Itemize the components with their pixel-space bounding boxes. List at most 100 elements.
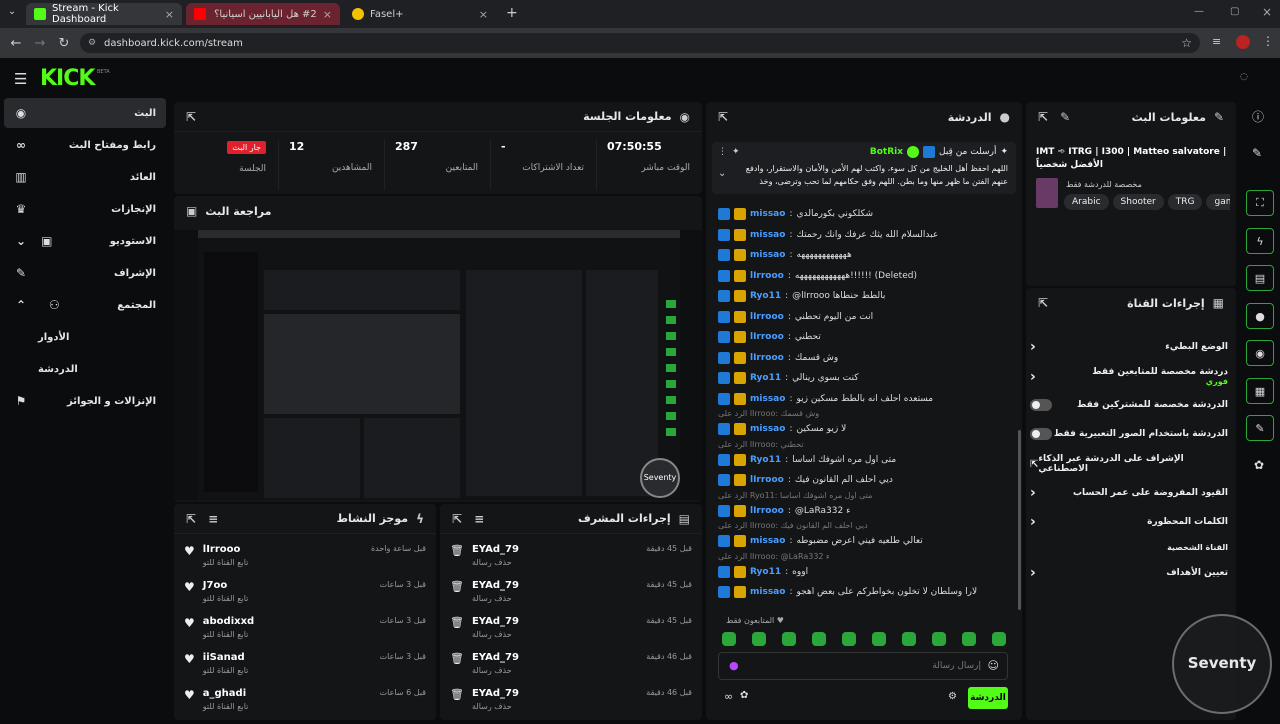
quick-action-wrench[interactable]: ✎ — [1246, 415, 1274, 441]
chat-message[interactable]: missao: لا زيو مسكين — [718, 419, 1008, 439]
popout-icon[interactable]: ⇱ — [1038, 110, 1048, 124]
chat-message[interactable]: missao: تعالي طلعيه فيني اعرض مضبوطه — [718, 531, 1008, 551]
chat-username[interactable]: lIrrooo — [750, 332, 784, 342]
chat-username[interactable]: missao — [750, 587, 785, 597]
set-goals-row[interactable]: › تعيين الأهداف — [1030, 560, 1228, 586]
sidebar-item-stream-key[interactable]: ∞ رابط ومفتاح البث — [4, 130, 166, 160]
activity-item[interactable]: ♥ J7oo تابع القناة للتو قبل 3 ساعات — [174, 580, 436, 616]
popout-icon[interactable]: ⇱ — [1038, 296, 1048, 310]
tab-search-icon[interactable]: ⌄ — [4, 6, 20, 22]
filter-icon[interactable]: ≡ — [208, 512, 218, 526]
forward-icon[interactable]: → — [28, 36, 52, 51]
sidebar-item-chat[interactable]: الدردشة — [4, 354, 166, 384]
chat-message[interactable]: missao: ههههههههههههه — [718, 245, 1008, 265]
chat-message[interactable]: lIrrooo: انت من اليوم تحطني — [718, 307, 1008, 327]
activity-item[interactable]: ♥ a_ghadi تابع القناة للتو قبل 6 ساعات — [174, 688, 436, 724]
chat-message[interactable]: missao: عبدالسلام الله يثك عرفك وانك رحمت… — [718, 225, 1008, 245]
chat-username[interactable]: missao — [750, 230, 785, 240]
chat-username[interactable]: Ryo11 — [750, 291, 781, 301]
quick-action-fullscreen[interactable]: ⛶ — [1246, 190, 1274, 216]
chat-input[interactable]: ● إرسال رسالة ☺ — [718, 652, 1008, 680]
sidebar-item-drops[interactable]: ⚑ الإنزالات و الجوائز — [4, 386, 166, 416]
emote-button[interactable] — [842, 632, 856, 646]
emote-button[interactable] — [962, 632, 976, 646]
chat-scrollbar[interactable] — [1018, 430, 1021, 610]
category-thumbnail[interactable] — [1036, 178, 1058, 208]
emote-button[interactable] — [872, 632, 886, 646]
close-window-icon[interactable]: × — [1262, 5, 1272, 19]
quick-action-layout[interactable]: ▦ — [1246, 378, 1274, 404]
mod-action-item[interactable]: 🗑 EYAd_79 حذف رسالة قبل 46 دقيقة — [440, 688, 702, 724]
emotes-icon[interactable]: ✿ — [740, 690, 748, 701]
emote-button[interactable] — [722, 632, 736, 646]
tag[interactable]: gamin — [1206, 194, 1230, 210]
tag[interactable]: Shooter — [1112, 194, 1164, 210]
chat-username[interactable]: Ryo11 — [750, 567, 781, 577]
chat-username[interactable]: Ryo11 — [750, 373, 781, 383]
browser-menu-icon[interactable]: ⋮ — [1262, 34, 1274, 48]
chat-username[interactable]: missao — [750, 394, 785, 404]
mod-action-item[interactable]: 🗑 EYAd_79 حذف رسالة قبل 45 دقيقة — [440, 544, 702, 580]
bookmark-star-icon[interactable]: ☆ — [1181, 36, 1192, 50]
chat-username[interactable]: lIrrooo — [750, 475, 784, 485]
account-age-row[interactable]: › القيود المفروضة على عمر الحساب — [1030, 480, 1228, 506]
quick-action-broadcast[interactable]: ◉ — [1246, 340, 1274, 366]
close-tab-icon[interactable]: × — [479, 8, 488, 21]
activity-item[interactable]: ♥ iiSanad تابع القناة للتو قبل 3 ساعات — [174, 652, 436, 688]
emote-button[interactable] — [902, 632, 916, 646]
emote-button[interactable] — [782, 632, 796, 646]
mod-action-item[interactable]: 🗑 EYAd_79 حذف رسالة قبل 46 دقيقة — [440, 652, 702, 688]
chat-message[interactable]: missao: مستعده احلف انه بالطط مسكين زيو — [718, 389, 1008, 409]
infinity-icon[interactable]: ∞ — [724, 690, 733, 703]
more-options-icon[interactable]: ✿ — [1254, 458, 1264, 472]
chat-username[interactable]: missao — [750, 536, 785, 546]
pinned-message[interactable]: ⋮ ✦ ⌄ BotRix أرسلت من قِبل ✦ اللهم احفظ … — [712, 142, 1016, 194]
chat-username[interactable]: missao — [750, 250, 785, 260]
emote-button[interactable] — [932, 632, 946, 646]
chat-username[interactable]: missao — [750, 209, 785, 219]
maximize-icon[interactable]: ▢ — [1230, 6, 1239, 17]
stream-video[interactable]: Seventy — [174, 230, 702, 500]
chat-message[interactable]: Ryo11: كنت بسوي رينالي — [718, 368, 1008, 388]
chat-message[interactable]: Ryo11: @lIrrooo بالطط حنطاها — [718, 286, 1008, 306]
info-icon[interactable]: ⓘ — [1252, 108, 1264, 125]
chat-username[interactable]: lIrrooo — [750, 506, 784, 516]
activity-item[interactable]: ♥ lIrrooo تابع القناة للتو قبل ساعة واحدة — [174, 544, 436, 580]
sidebar-item-community[interactable]: ⌃ ⚇ المجتمع — [4, 290, 166, 320]
emote-button[interactable] — [992, 632, 1006, 646]
chat-username[interactable]: lIrrooo — [750, 353, 784, 363]
new-tab-icon[interactable]: + — [506, 5, 518, 21]
ai-moderation-row[interactable]: ⇱ الإشراف على الدردشة عبر الذكاء الاصطنا… — [1030, 451, 1228, 477]
tag[interactable]: TRG — [1167, 194, 1203, 210]
chat-username[interactable]: missao — [750, 424, 785, 434]
edit-icon[interactable]: ✎ — [1060, 110, 1070, 124]
popout-icon[interactable]: ⇱ — [452, 512, 462, 526]
sidebar-item-revenue[interactable]: ▥ العائد — [4, 162, 166, 192]
site-info-icon[interactable]: ⚙ — [88, 38, 96, 48]
settings-icon[interactable]: ⚙ — [948, 691, 957, 702]
popout-icon[interactable]: ⇱ — [186, 110, 196, 124]
close-tab-icon[interactable]: × — [323, 8, 332, 21]
emoji-icon[interactable]: ☺ — [988, 659, 999, 672]
chat-message[interactable]: lIrrooo: @LaRa332 ء — [718, 501, 1008, 521]
chevron-down-icon[interactable]: ⌄ — [718, 168, 726, 179]
browser-tab-kick[interactable]: Stream - Kick Dashboard × — [26, 3, 182, 25]
chat-username[interactable]: Ryo11 — [750, 455, 781, 465]
profile-avatar[interactable] — [1236, 35, 1250, 49]
sidebar-item-studio[interactable]: ⌄ ▣ الاستوديو — [4, 226, 166, 256]
chat-message[interactable]: Ryo11: متى اول مره اشوفك اساسا — [718, 450, 1008, 470]
reload-icon[interactable]: ↻ — [52, 36, 76, 51]
chat-message[interactable]: missao: لارا وسلطان لا تخلون بخواطركم على… — [718, 582, 1008, 602]
tag[interactable]: Arabic — [1064, 194, 1109, 210]
popout-icon[interactable]: ⇱ — [718, 110, 728, 124]
emotes-only-toggle[interactable] — [1030, 428, 1052, 440]
browser-tab-fasel[interactable]: Fasel+ × — [344, 3, 496, 25]
activity-item[interactable]: ♥ abodixxd تابع القناة للتو قبل 3 ساعات — [174, 616, 436, 652]
sidebar-item-moderation[interactable]: ✎ الإشراف — [4, 258, 166, 288]
kebab-menu-icon[interactable]: ⋮ — [718, 147, 727, 157]
emote-button[interactable] — [812, 632, 826, 646]
quick-action-chat[interactable]: ● — [1246, 303, 1274, 329]
sidebar-item-roles[interactable]: الأدوار — [4, 322, 166, 352]
chat-username[interactable]: lIrrooo — [750, 312, 784, 322]
send-button[interactable]: الدردشة — [968, 687, 1008, 709]
